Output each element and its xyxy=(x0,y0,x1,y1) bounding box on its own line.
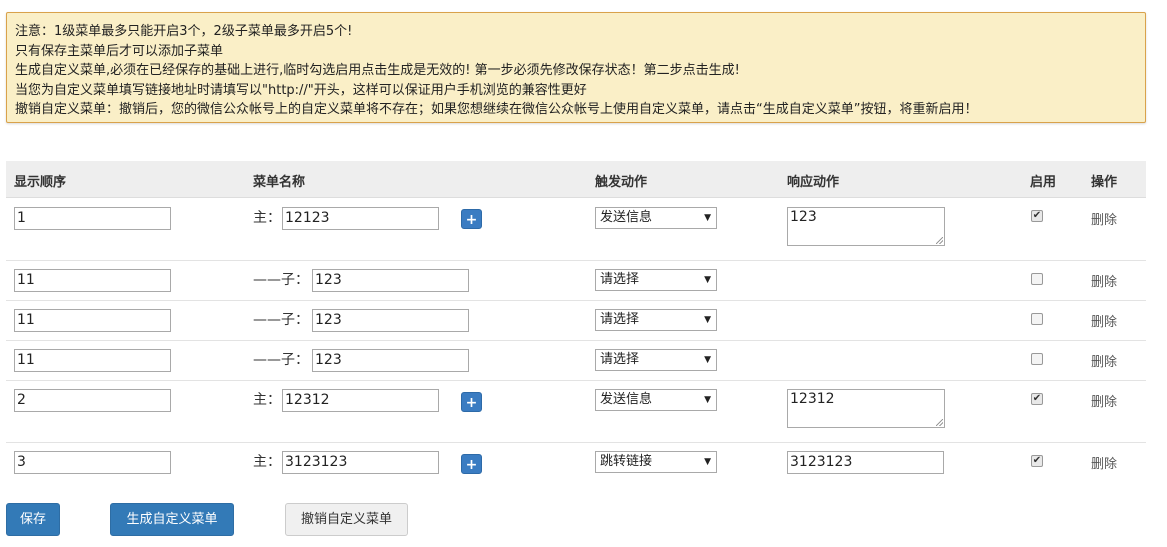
delete-link[interactable]: 删除 xyxy=(1091,209,1117,228)
order-input[interactable]: 11 xyxy=(14,269,171,292)
dropdown-arrow-icon: ▼ xyxy=(704,213,711,223)
delete-link[interactable]: 删除 xyxy=(1091,453,1117,472)
trigger-select[interactable]: 请选择 ▼ xyxy=(595,269,717,291)
table-row: 11 ——子： 123 请选择 ▼ 删除 xyxy=(6,301,1146,341)
table-row: 1 主： 12123 + 发送信息 ▼ 123 ✔ 删除 xyxy=(6,198,1146,261)
menu-level-label: ——子： xyxy=(253,272,309,288)
delete-link[interactable]: 删除 xyxy=(1091,311,1117,330)
trigger-select[interactable]: 请选择 ▼ xyxy=(595,309,717,331)
delete-link[interactable]: 删除 xyxy=(1091,271,1117,290)
menu-level-label: 主： xyxy=(253,454,281,470)
trigger-select[interactable]: 请选择 ▼ xyxy=(595,349,717,371)
response-value: 12312 xyxy=(790,391,835,407)
menu-name-input[interactable]: 123 xyxy=(312,269,469,292)
trigger-select-value: 请选择 xyxy=(600,312,640,327)
menu-level-label: ——子： xyxy=(253,312,309,328)
add-submenu-button[interactable]: + xyxy=(461,209,482,229)
table-row: 11 ——子： 123 请选择 ▼ 删除 xyxy=(6,341,1146,381)
trigger-select-value: 请选择 xyxy=(600,352,640,367)
response-textarea[interactable]: 12312 xyxy=(787,389,945,428)
table-row: 3 主： 3123123 + 跳转链接 ▼ 3123123 ✔ 删除 xyxy=(6,443,1146,485)
dropdown-arrow-icon: ▼ xyxy=(704,355,711,365)
notice-line: 当您为自定义菜单填写链接地址时请填写以"http://"开头，这样可以保证用户手… xyxy=(15,82,587,98)
header-ops: 操作 xyxy=(1091,175,1118,190)
response-textarea[interactable]: 123 xyxy=(787,207,945,246)
header-enabled: 启用 xyxy=(1030,175,1057,190)
trigger-select-value: 发送信息 xyxy=(600,210,653,225)
order-input[interactable]: 3 xyxy=(14,451,171,474)
enabled-checkbox[interactable]: ✔ xyxy=(1031,210,1043,222)
table-row: 2 主： 12312 + 发送信息 ▼ 12312 ✔ 删除 xyxy=(6,381,1146,443)
menu-level-label: ——子： xyxy=(253,352,309,368)
notice-line: 只有保存主菜单后才可以添加子菜单 xyxy=(15,43,224,59)
trigger-select-value: 请选择 xyxy=(600,272,640,287)
order-input[interactable]: 1 xyxy=(14,207,171,230)
header-response: 响应动作 xyxy=(787,175,840,190)
add-submenu-button[interactable]: + xyxy=(461,454,482,474)
dropdown-arrow-icon: ▼ xyxy=(704,395,711,405)
delete-link[interactable]: 删除 xyxy=(1091,351,1117,370)
save-button[interactable]: 保存 xyxy=(6,503,60,536)
notice-line: 生成自定义菜单,必须在已经保存的基础上进行,临时勾选启用点击生成是无效的! 第一… xyxy=(15,63,740,78)
order-input[interactable]: 11 xyxy=(14,309,171,332)
response-value: 123 xyxy=(790,209,817,225)
resize-grip-icon[interactable] xyxy=(936,419,943,426)
trigger-select-value: 发送信息 xyxy=(600,392,653,407)
header-trigger: 触发动作 xyxy=(595,175,648,190)
revoke-menu-button[interactable]: 撤销自定义菜单 xyxy=(285,503,408,536)
enabled-checkbox[interactable] xyxy=(1031,353,1043,365)
notice-line: 撤销自定义菜单：撤销后，您的微信公众帐号上的自定义菜单将不存在；如果您想继续在微… xyxy=(15,102,978,117)
menu-name-input[interactable]: 12312 xyxy=(282,389,439,412)
notice-line: 注意：1级菜单最多只能开启3个，2级子菜单最多开启5个! xyxy=(15,24,353,39)
delete-link[interactable]: 删除 xyxy=(1091,391,1117,410)
menu-name-input[interactable]: 123 xyxy=(312,349,469,372)
menu-level-label: 主： xyxy=(253,392,281,408)
dropdown-arrow-icon: ▼ xyxy=(704,275,711,285)
menu-name-input[interactable]: 123 xyxy=(312,309,469,332)
enabled-checkbox[interactable] xyxy=(1031,273,1043,285)
enabled-checkbox[interactable] xyxy=(1031,313,1043,325)
trigger-select-value: 跳转链接 xyxy=(600,454,653,469)
response-input[interactable]: 3123123 xyxy=(787,451,944,474)
table-header: 显示顺序 菜单名称 触发动作 响应动作 启用 操作 xyxy=(6,161,1146,198)
add-submenu-button[interactable]: + xyxy=(461,392,482,412)
trigger-select[interactable]: 发送信息 ▼ xyxy=(595,389,717,411)
header-name: 菜单名称 xyxy=(253,175,306,190)
enabled-checkbox[interactable]: ✔ xyxy=(1031,455,1043,467)
menu-name-input[interactable]: 12123 xyxy=(282,207,439,230)
dropdown-arrow-icon: ▼ xyxy=(704,315,711,325)
trigger-select[interactable]: 发送信息 ▼ xyxy=(595,207,717,229)
menu-name-input[interactable]: 3123123 xyxy=(282,451,439,474)
generate-menu-button[interactable]: 生成自定义菜单 xyxy=(110,503,234,536)
resize-grip-icon[interactable] xyxy=(936,237,943,244)
header-order: 显示顺序 xyxy=(14,175,67,190)
notice-box: 注意：1级菜单最多只能开启3个，2级子菜单最多开启5个! 只有保存主菜单后才可以… xyxy=(6,12,1146,123)
table-row: 11 ——子： 123 请选择 ▼ 删除 xyxy=(6,261,1146,301)
order-input[interactable]: 11 xyxy=(14,349,171,372)
enabled-checkbox[interactable]: ✔ xyxy=(1031,393,1043,405)
menu-level-label: 主： xyxy=(253,210,281,226)
dropdown-arrow-icon: ▼ xyxy=(704,457,711,467)
order-input[interactable]: 2 xyxy=(14,389,171,412)
trigger-select[interactable]: 跳转链接 ▼ xyxy=(595,451,717,473)
